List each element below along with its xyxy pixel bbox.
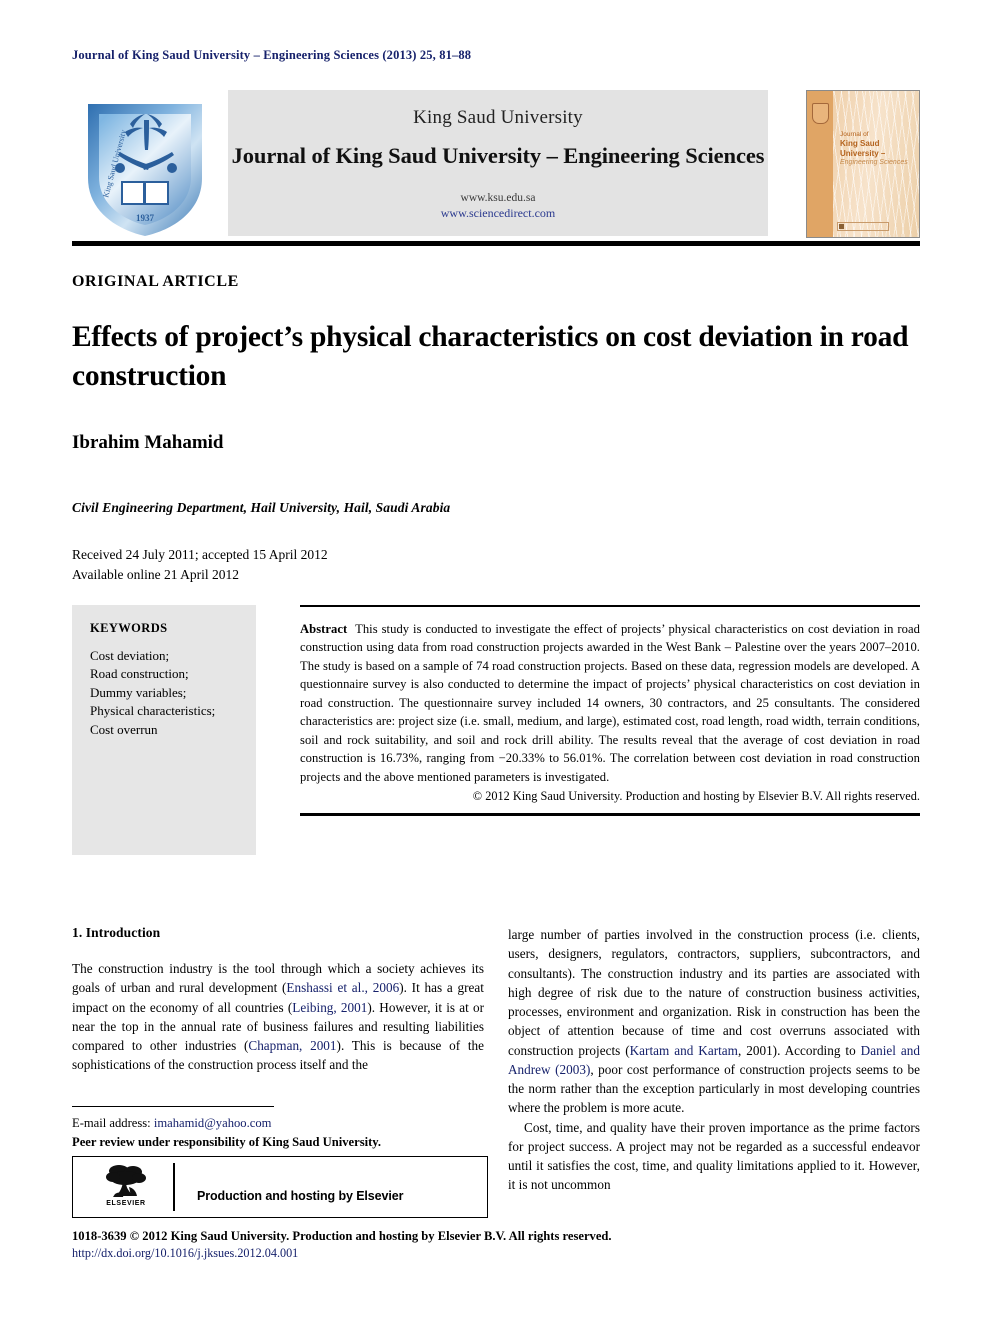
article-affiliation: Civil Engineering Department, Hail Unive…	[72, 500, 451, 515]
cover-line3: Engineering Sciences	[840, 159, 908, 167]
abstract-text: This study is conducted to investigate t…	[300, 621, 920, 784]
received-date: Received 24 July 2011; accepted 15 April…	[72, 547, 328, 562]
cover-bottom-badge	[837, 222, 889, 231]
journal-cover-thumbnail: Journal of King Saud University – Engine…	[806, 90, 920, 238]
keyword-item: Cost deviation;	[90, 648, 170, 663]
abstract-bottom-rule	[300, 813, 920, 816]
masthead-journal-title: Journal of King Saud University – Engine…	[231, 143, 765, 168]
intro-p2-part-a: large number of parties involved in the …	[508, 927, 920, 1058]
intro-paragraph-1: The construction industry is the tool th…	[72, 959, 484, 1075]
cover-line1: Journal of	[840, 131, 869, 138]
peer-review-note: Peer review under responsibility of King…	[72, 1135, 382, 1149]
elsevier-wordmark: ELSEVIER	[106, 1200, 146, 1207]
issn-copyright-line: 1018-3639 © 2012 King Saud University. P…	[72, 1229, 612, 1243]
abstract-block: Abstract This study is conducted to inve…	[300, 605, 920, 816]
masthead-university: King Saud University	[413, 107, 583, 128]
article-author: Ibrahim Mahamid	[72, 432, 224, 453]
paper-page: Journal of King Saud University – Engine…	[0, 0, 992, 1323]
cover-spine	[807, 91, 833, 237]
email-label: E-mail address:	[72, 1116, 151, 1130]
citation-leibing[interactable]: Leibing, 2001	[292, 1000, 367, 1015]
elsevier-logo: ELSEVIER	[95, 1162, 157, 1212]
masthead-bottom-rule	[72, 241, 920, 246]
elsevier-tree-icon	[106, 1165, 146, 1197]
abstract-copyright: © 2012 King Saud University. Production …	[472, 789, 920, 803]
production-hosting-text: Production and hosting by Elsevier	[197, 1189, 404, 1203]
available-online-date: Available online 21 April 2012	[72, 567, 239, 583]
keywords-list: Cost deviation; Road construction; Dummy…	[90, 647, 256, 739]
abstract-body: Abstract This study is conducted to inve…	[300, 620, 920, 787]
keyword-item: Physical characteristics;	[90, 703, 216, 719]
abstract-label: Abstract	[300, 621, 348, 636]
masthead-ksu-url[interactable]: www.ksu.edu.sa	[228, 192, 768, 204]
section-heading-introduction: 1. Introduction	[72, 925, 161, 940]
keyword-item: Dummy variables;	[90, 684, 187, 700]
article-dates: Received 24 July 2011; accepted 15 April…	[72, 545, 328, 586]
citation-enshassi[interactable]: Enshassi et al., 2006	[286, 980, 399, 995]
cover-seal-icon	[812, 103, 829, 124]
king-saud-university-shield-icon: 1937 King Saud University	[88, 104, 202, 236]
keywords-box: KEYWORDS Cost deviation; Road constructi…	[72, 605, 256, 855]
abstract-top-rule	[300, 605, 920, 607]
intro-paragraph-3: Cost, time, and quality have their prove…	[508, 1119, 920, 1193]
masthead-sciencedirect-url[interactable]: www.sciencedirect.com	[228, 206, 768, 221]
cover-line2: King Saud University –	[840, 139, 886, 159]
intro-paragraph-2: large number of parties involved in the …	[508, 925, 920, 1118]
elsevier-divider	[173, 1163, 175, 1211]
body-column-left: 1. Introduction The construction industr…	[72, 925, 484, 1075]
keyword-item: Road construction;	[90, 666, 189, 682]
ksu-logo-box: 1937 King Saud University	[72, 88, 220, 240]
page-footer: 1018-3639 © 2012 King Saud University. P…	[72, 1229, 922, 1261]
svg-text:1937: 1937	[136, 213, 155, 223]
journal-masthead: 1937 King Saud University King Saud Univ…	[72, 88, 920, 240]
footnote-rule	[72, 1106, 274, 1107]
running-head: Journal of King Saud University – Engine…	[72, 48, 472, 62]
doi-link[interactable]: http://dx.doi.org/10.1016/j.jksues.2012.…	[72, 1246, 922, 1261]
masthead-center-panel: King Saud University Journal of King Sau…	[228, 90, 768, 236]
page-title: Effects of project’s physical characteri…	[72, 321, 909, 392]
article-type-label: ORIGINAL ARTICLE	[72, 273, 239, 290]
citation-chapman[interactable]: Chapman, 2001	[248, 1038, 336, 1053]
cover-title-block: Journal of King Saud University – Engine…	[840, 131, 914, 168]
keyword-item: Cost overrun	[90, 721, 158, 737]
elsevier-hosting-box: ELSEVIER Production and hosting by Elsev…	[72, 1156, 488, 1218]
citation-kartam[interactable]: Kartam and Kartam	[630, 1043, 738, 1058]
footnote-email-line: E-mail address: imahamid@yahoo.com	[72, 1116, 271, 1131]
keywords-heading: KEYWORDS	[90, 621, 168, 635]
author-email-link[interactable]: imahamid@yahoo.com	[154, 1116, 272, 1130]
intro-p2-part-b: , 2001). According to	[737, 1042, 861, 1058]
body-column-right: large number of parties involved in the …	[508, 925, 920, 1195]
